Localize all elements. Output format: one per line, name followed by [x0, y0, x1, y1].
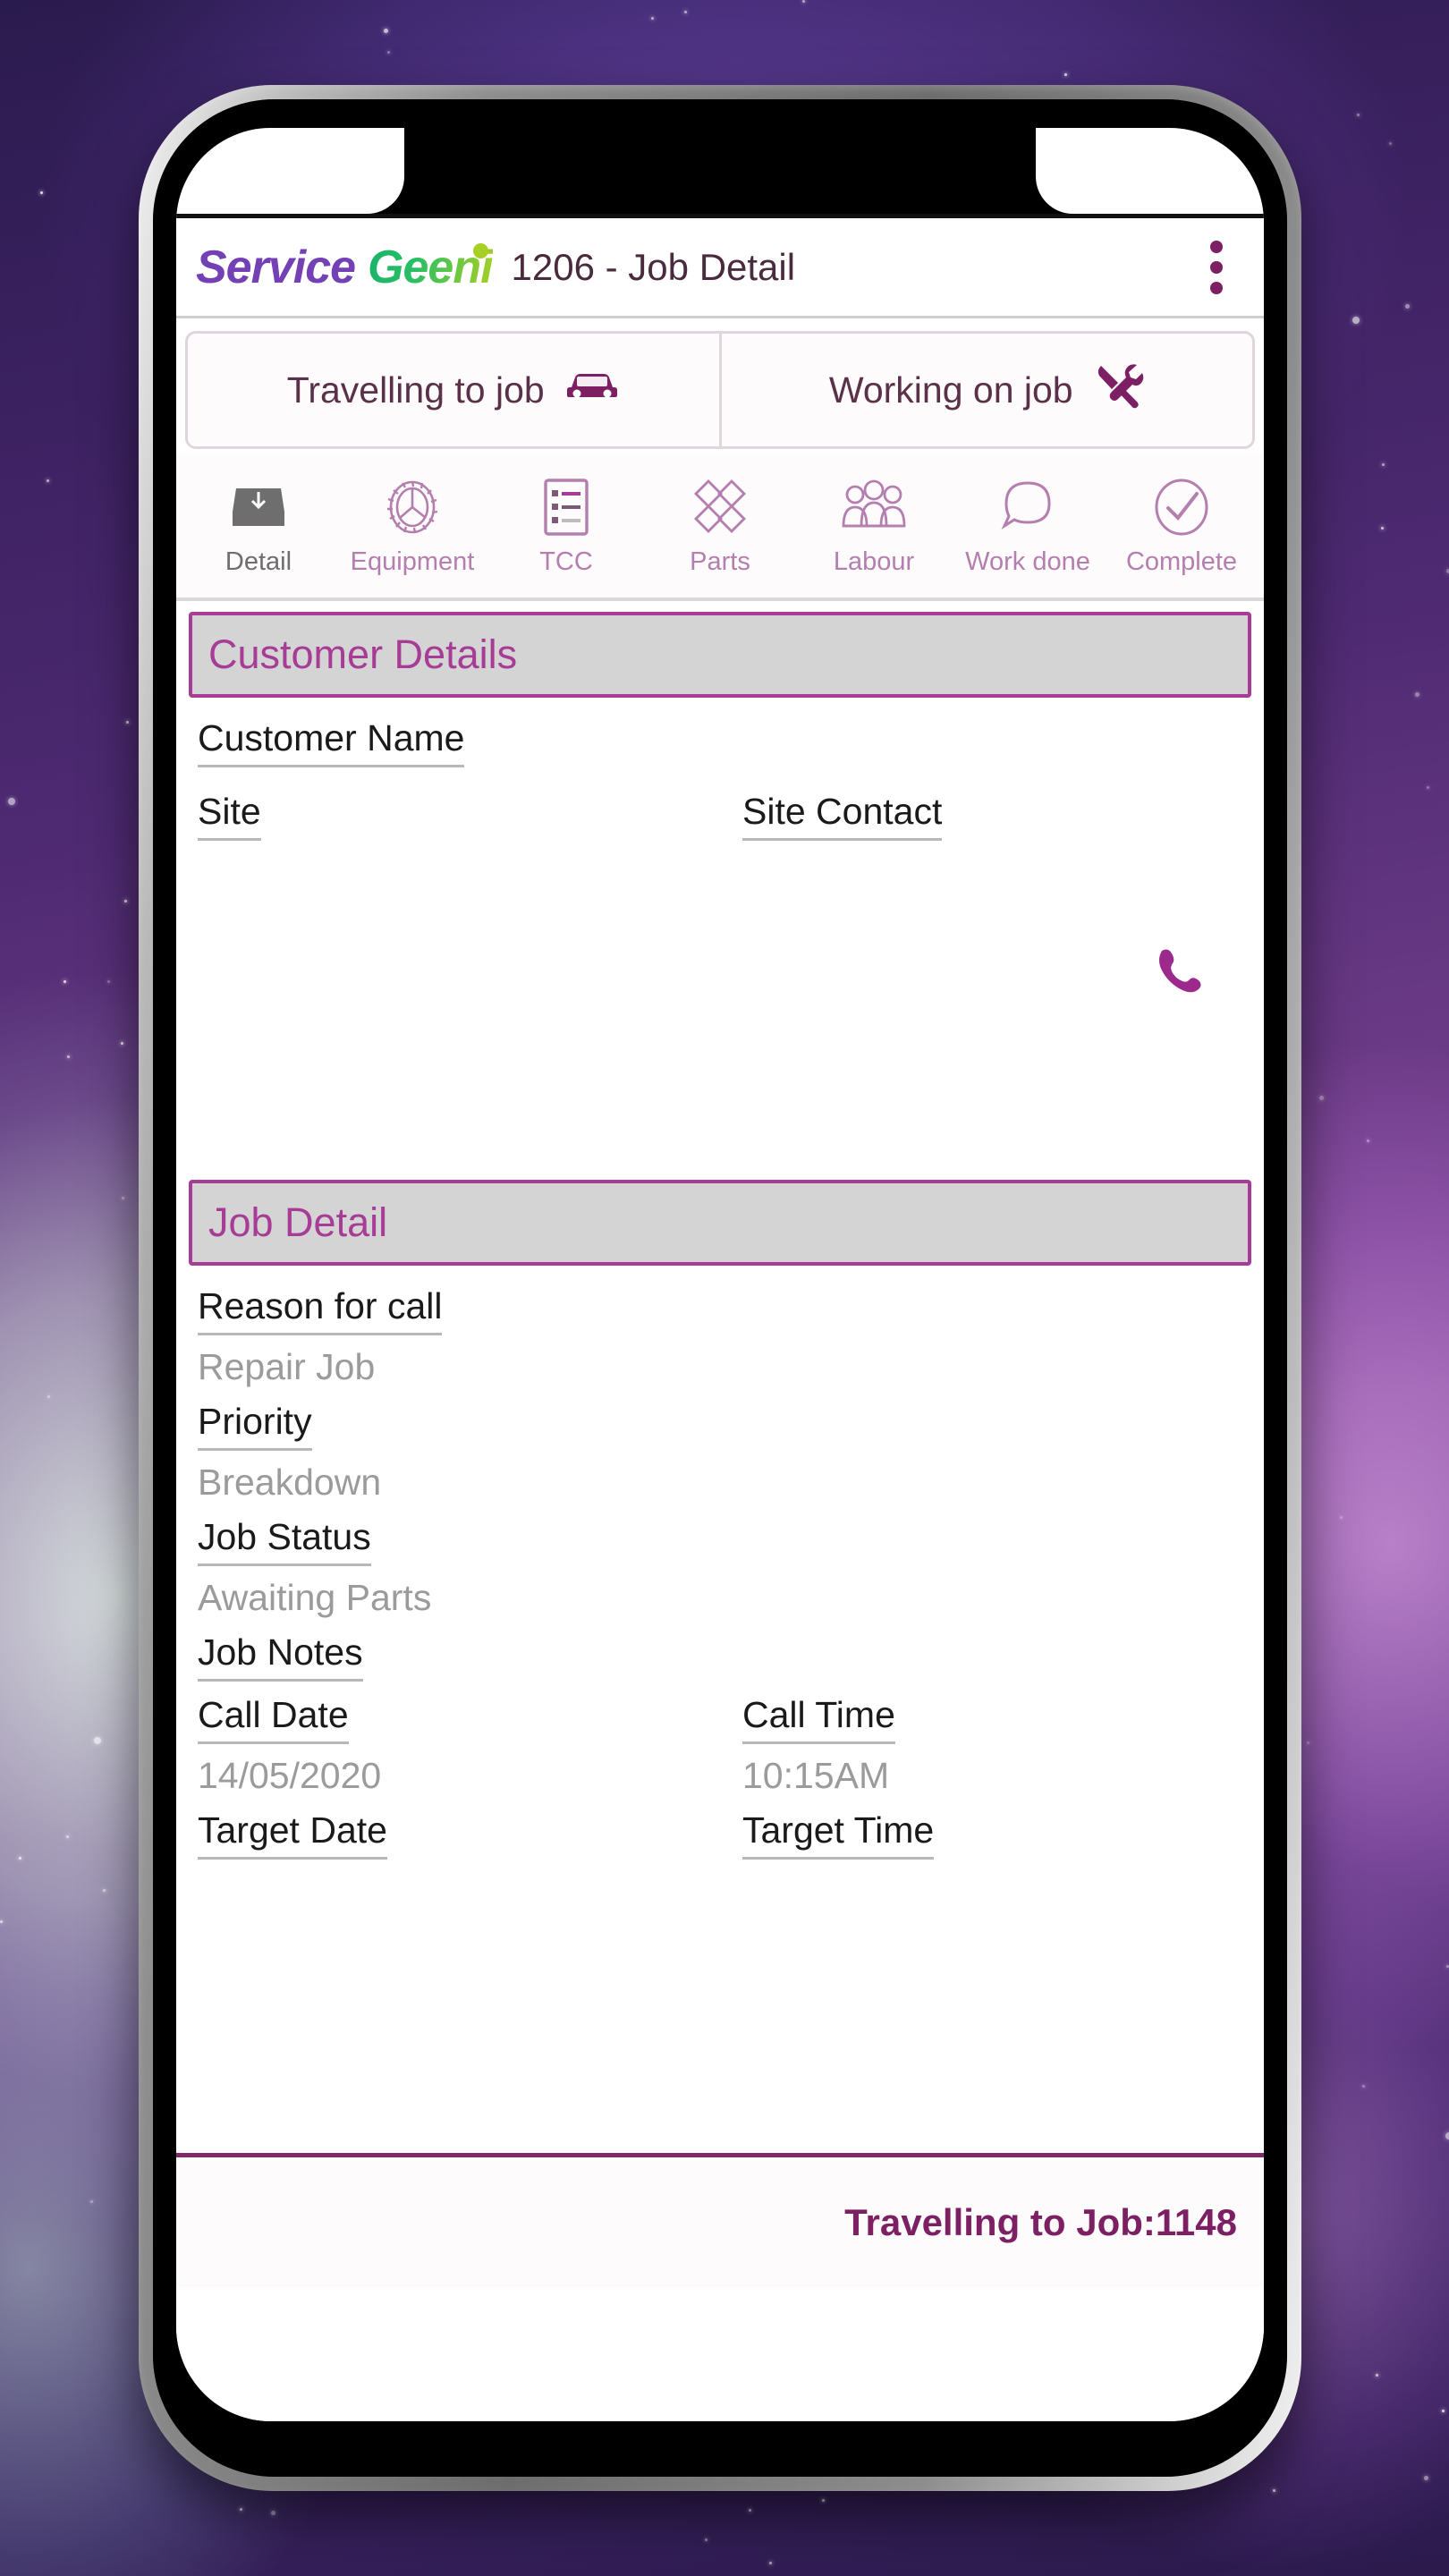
target-date-time-row: Target Date Target Time: [189, 1797, 1251, 1860]
call-time-label: Call Time: [742, 1694, 895, 1744]
tab-labour[interactable]: Labour: [797, 463, 951, 597]
footer-status-text: Travelling to Job:1148: [844, 2200, 1237, 2243]
tab-equipment[interactable]: Equipment: [335, 463, 489, 597]
logo-text-service: Service: [196, 241, 356, 293]
job-status-field[interactable]: Job Status Awaiting Parts: [189, 1504, 1251, 1619]
page-title: 1206 - Job Detail: [511, 245, 796, 288]
tab-work-done-label: Work done: [965, 547, 1090, 576]
call-date-label: Call Date: [198, 1694, 349, 1744]
gear-icon: [381, 472, 444, 542]
call-time-value: 10:15AM: [742, 1755, 890, 1796]
site-contact-value: [742, 841, 1242, 852]
people-icon: [839, 472, 909, 542]
travelling-to-job-label: Travelling to job: [286, 369, 545, 411]
target-time-label: Target Time: [742, 1809, 935, 1860]
site-and-contact-row: Site Site Contact: [189, 778, 1251, 852]
tab-tcc-label: TCC: [539, 547, 593, 576]
tab-detail[interactable]: Detail: [182, 463, 335, 597]
customer-name-label: Customer Name: [198, 717, 465, 767]
screen-bottom-filler: [176, 2287, 1264, 2421]
customer-details-section-header: Customer Details: [189, 612, 1251, 698]
site-field[interactable]: Site: [198, 791, 698, 852]
site-contact-field[interactable]: Site Contact: [698, 791, 1242, 852]
app-header: Service Geeni 1206 - Job Detail: [176, 218, 1264, 318]
notch-ear-right: [1036, 128, 1264, 214]
phone-notch: [176, 128, 1264, 214]
reason-for-call-field[interactable]: Reason for call Repair Job: [189, 1273, 1251, 1388]
call-date-value: 14/05/2020: [198, 1755, 382, 1796]
tab-tcc[interactable]: TCC: [489, 463, 643, 597]
checklist-icon: [541, 472, 591, 542]
phone-device-frame: Service Geeni 1206 - Job Detail Travellin…: [139, 85, 1301, 2491]
call-date-time-row: Call Date 14/05/2020 Call Time 10:15AM: [189, 1682, 1251, 1797]
notch-ear-left: [176, 128, 404, 214]
speech-bubble-icon: [998, 472, 1057, 542]
detail-content: Customer Details Customer Name Site Site…: [176, 601, 1264, 1860]
priority-value: Breakdown: [198, 1462, 382, 1503]
check-circle-icon: [1150, 472, 1213, 542]
tab-labour-label: Labour: [833, 547, 915, 576]
job-notes-field[interactable]: Job Notes: [189, 1619, 1251, 1682]
job-status-value: Awaiting Parts: [198, 1577, 432, 1618]
tab-parts-label: Parts: [690, 547, 750, 576]
inbox-tray-icon: [227, 472, 290, 542]
site-value: [198, 841, 698, 852]
site-label: Site: [198, 791, 261, 841]
travelling-to-job-button[interactable]: Travelling to job: [188, 334, 719, 446]
phone-screen: Service Geeni 1206 - Job Detail Travellin…: [176, 128, 1264, 2421]
more-vertical-icon[interactable]: [1192, 230, 1241, 305]
customer-name-field[interactable]: Customer Name: [189, 705, 1251, 778]
target-date-label: Target Date: [198, 1809, 387, 1860]
job-detail-section-header: Job Detail: [189, 1180, 1251, 1266]
working-on-job-label: Working on job: [828, 369, 1073, 411]
tab-complete-label: Complete: [1125, 547, 1238, 576]
tools-icon: [1093, 362, 1145, 418]
call-time-field[interactable]: Call Time 10:15AM: [698, 1694, 1242, 1797]
site-contact-label: Site Contact: [742, 791, 943, 841]
app-logo: Service Geeni: [196, 241, 494, 294]
customer-section-spacer: [189, 1001, 1251, 1180]
target-date-field[interactable]: Target Date: [198, 1809, 698, 1860]
customer-name-value: [198, 767, 1242, 778]
call-date-field[interactable]: Call Date 14/05/2020: [198, 1694, 698, 1797]
contact-spacer: [189, 852, 1251, 932]
phone-bezel: Service Geeni 1206 - Job Detail Travellin…: [153, 99, 1287, 2477]
tab-parts[interactable]: Parts: [643, 463, 797, 597]
reason-for-call-value: Repair Job: [198, 1346, 376, 1387]
logo-geeni-dot-icon: [472, 243, 488, 258]
reason-for-call-label: Reason for call: [198, 1285, 443, 1335]
section-tab-bar: Detail Equipment TCC Parts Labour Work d…: [176, 454, 1264, 597]
car-icon: [564, 368, 620, 412]
call-contact-row: [189, 932, 1251, 1001]
tab-work-done[interactable]: Work done: [951, 463, 1105, 597]
job-notes-label: Job Notes: [198, 1631, 363, 1682]
tab-complete[interactable]: Complete: [1105, 463, 1258, 597]
tab-equipment-label: Equipment: [350, 547, 475, 576]
diamonds-icon: [689, 472, 751, 542]
priority-field[interactable]: Priority Breakdown: [189, 1388, 1251, 1504]
working-on-job-button[interactable]: Working on job: [718, 334, 1252, 446]
tab-detail-label: Detail: [225, 547, 292, 576]
job-status-buttons: Travelling to job Working on job: [185, 331, 1255, 449]
target-time-field[interactable]: Target Time: [698, 1809, 1242, 1860]
phone-handset-icon[interactable]: [1149, 941, 1205, 1001]
job-status-footer: Travelling to Job:1148: [176, 2153, 1264, 2287]
job-status-label: Job Status: [198, 1516, 371, 1566]
priority-label: Priority: [198, 1401, 312, 1451]
